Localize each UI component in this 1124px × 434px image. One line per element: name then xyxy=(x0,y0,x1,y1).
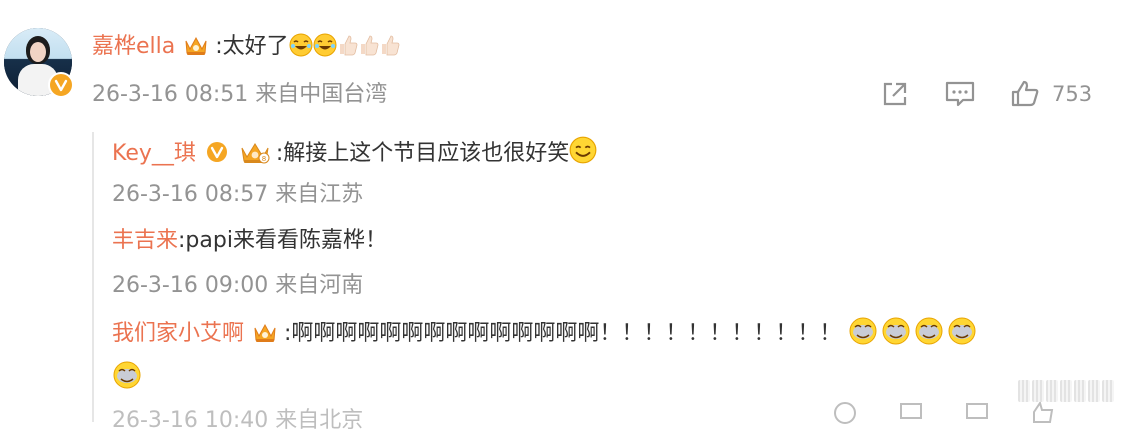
avatar[interactable] xyxy=(4,28,74,98)
reply-meta: 26-3-16 08:57 来自江苏 xyxy=(112,182,364,207)
crying-laughing-emoji-icon xyxy=(113,361,141,389)
reply-item: Key__琪 8 :解接上这个节目应该也很好笑 xyxy=(112,136,597,174)
laughing-emoji-icon xyxy=(313,33,337,57)
thumbs-up-emoji-icon xyxy=(360,35,379,56)
laughing-emoji-icon xyxy=(289,33,313,57)
reply-username[interactable]: 丰吉来 xyxy=(112,228,178,253)
watermark-logo xyxy=(1004,376,1114,406)
reply-meta: 26-3-16 09:00 来自河南 xyxy=(112,273,364,298)
thumbs-up-emoji-icon xyxy=(381,35,400,56)
comment-icon xyxy=(945,81,975,107)
svg-text:8: 8 xyxy=(262,155,266,163)
share-button[interactable] xyxy=(880,79,910,109)
crown-badge-icon xyxy=(183,33,209,66)
reply-item: 丰吉来:papi来看看陈嘉桦！ xyxy=(112,226,387,256)
crown-badge-icon xyxy=(252,320,278,353)
comment-meta: 26-3-16 08:51 来自中国台湾 xyxy=(92,82,388,107)
reply-meta-partial: 26-3-16 10:40 来自北京 xyxy=(112,408,364,433)
main-comment: 嘉桦ella :太好了 xyxy=(92,32,400,66)
comment-actions: 753 xyxy=(880,78,1092,110)
replies-container: Key__琪 8 :解接上这个节目应该也很好笑 26-3-16 08:57 来自… xyxy=(92,132,1124,422)
share-icon[interactable] xyxy=(832,400,858,426)
reply-text: :解接上这个节目应该也很好笑 xyxy=(275,141,570,166)
thumbs-up-emoji-icon xyxy=(339,35,358,56)
verified-icon xyxy=(206,141,228,172)
reply-username[interactable]: Key__琪 xyxy=(112,141,196,166)
verified-badge-icon xyxy=(48,72,74,98)
reply-divider xyxy=(92,132,94,422)
reply-username[interactable]: 我们家小艾啊 xyxy=(112,321,244,346)
reply-item: 我们家小艾啊 :啊啊啊啊啊啊啊啊啊啊啊啊啊啊！！！！！！！！！！！ xyxy=(112,316,980,355)
reply-text: :啊啊啊啊啊啊啊啊啊啊啊啊啊啊！！！！！！！！！！！ xyxy=(284,321,842,346)
comment-username[interactable]: 嘉桦ella xyxy=(92,34,175,59)
share-icon xyxy=(883,82,907,106)
crown-badge-icon: 8 xyxy=(238,139,272,174)
like-count: 753 xyxy=(1052,82,1093,106)
comment-icon[interactable] xyxy=(898,400,924,426)
like-button[interactable]: 753 xyxy=(1010,79,1092,109)
comment-text: :太好了 xyxy=(215,34,289,59)
like-icon xyxy=(1011,80,1039,107)
reply-emoji-continuation xyxy=(112,360,142,399)
crying-laughing-emoji-group xyxy=(848,316,980,355)
comment-button[interactable] xyxy=(944,79,976,109)
smile-emoji-icon xyxy=(569,136,597,164)
comment-icon[interactable] xyxy=(964,400,990,426)
reply-text: :papi来看看陈嘉桦！ xyxy=(178,228,387,253)
